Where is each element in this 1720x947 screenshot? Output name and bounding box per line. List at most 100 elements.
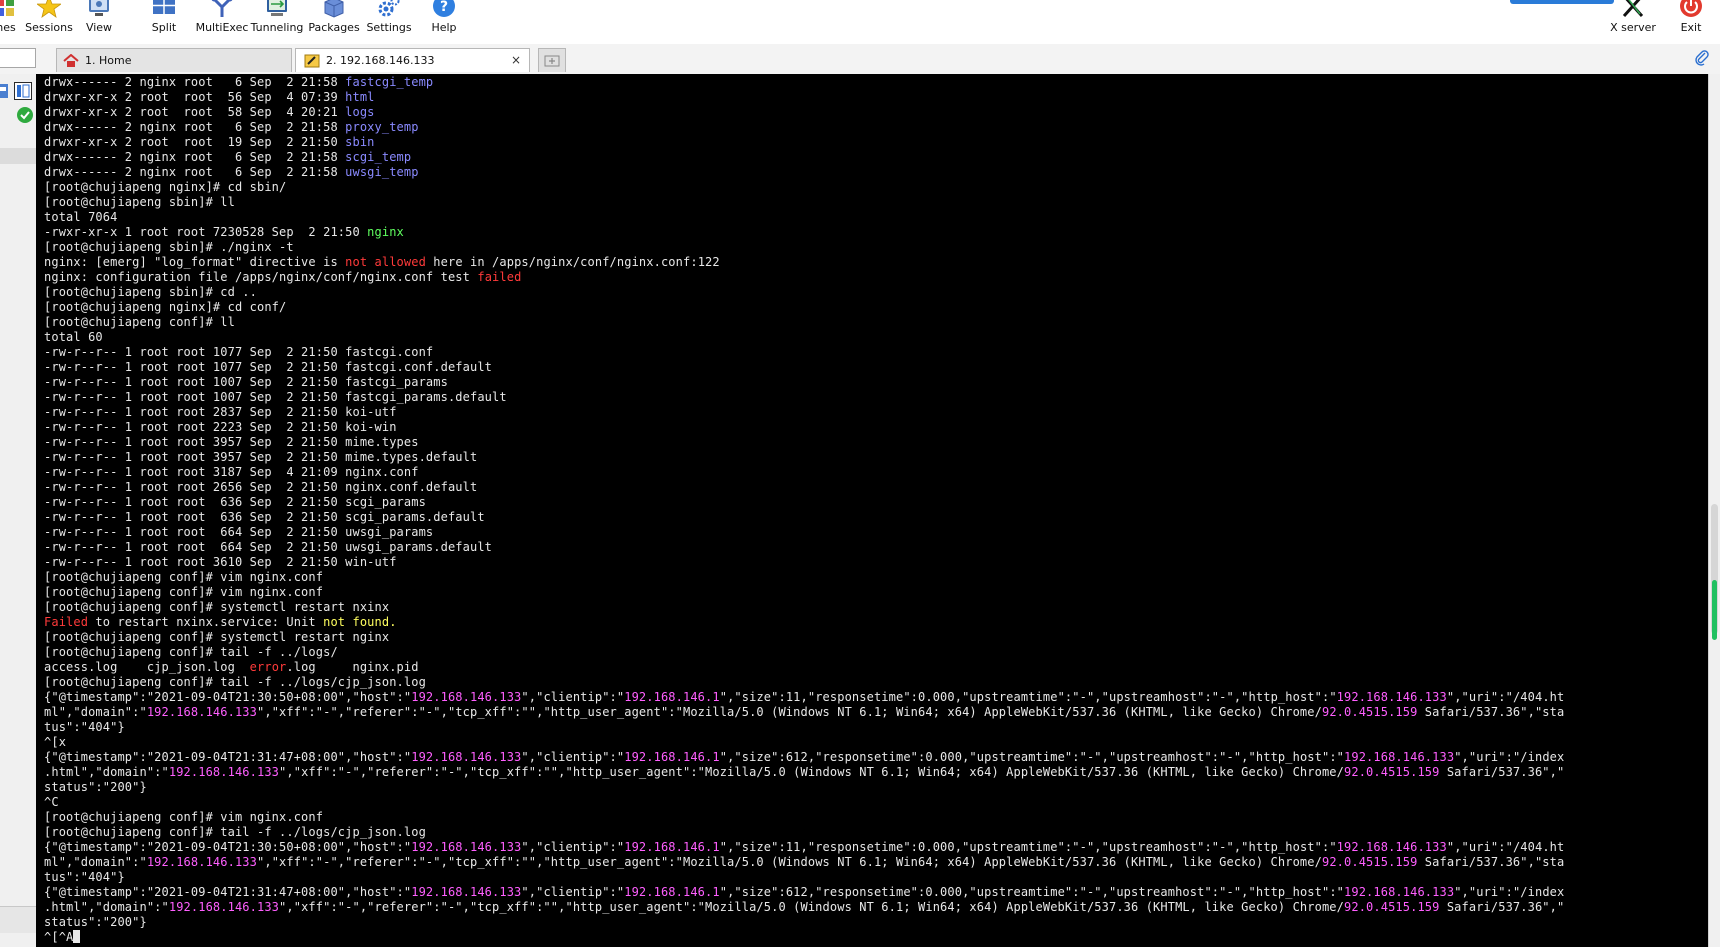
power-icon <box>1680 0 1702 17</box>
terminal-line: -rw-r--r-- 1 root root 3610 Sep 2 21:50 … <box>44 555 1564 570</box>
terminal-text: .html","domain":" <box>44 900 169 914</box>
terminal-line: [root@chujiapeng conf]# tail -f ../logs/ <box>44 645 1564 660</box>
terminal-view[interactable]: drwx------ 2 nginx root 6 Sep 2 21:58 fa… <box>36 74 1708 947</box>
terminal-text: logs <box>345 105 375 119</box>
terminal-line: [root@chujiapeng conf]# tail -f ../logs/… <box>44 825 1564 840</box>
sidebar-bottom-panel[interactable] <box>0 906 36 933</box>
terminal-text: ","clientip":" <box>521 690 625 704</box>
terminal-text: drwxr-xr-x 2 root root 56 Sep 4 07:39 <box>44 90 346 104</box>
terminal-line: -rw-r--r-- 1 root root 664 Sep 2 21:50 u… <box>44 525 1564 540</box>
toolbar-tunneling-button[interactable]: Tunneling <box>251 0 303 44</box>
terminal-text: -rw-r--r-- 1 root root 2837 Sep 2 21:50 … <box>44 405 397 419</box>
terminal-text: -rw-r--r-- 1 root root 2223 Sep 2 21:50 … <box>44 420 397 434</box>
terminal-text: drwx------ 2 nginx root 6 Sep 2 21:58 <box>44 75 346 89</box>
terminal-text: [root@chujiapeng conf]# systemctl restar… <box>44 630 390 644</box>
terminal-line: ml","domain":"192.168.146.133","xff":"-"… <box>44 705 1564 720</box>
terminal-text: nginx: configuration file /apps/nginx/co… <box>44 270 478 284</box>
terminal-text: [root@chujiapeng conf]# ll <box>44 315 235 329</box>
terminal-text: status":"200"} <box>44 915 147 929</box>
terminal-text: 92.0.4515.159 <box>1344 765 1440 779</box>
terminal-text: [root@chujiapeng conf]# systemctl restar… <box>44 600 390 614</box>
terminal-text: Safari/537.36"," <box>1439 900 1565 914</box>
terminal-text: [root@chujiapeng conf]# vim nginx.conf <box>44 570 324 584</box>
terminal-text: ","uri":"/index <box>1454 885 1565 899</box>
terminal-pen-icon <box>304 54 320 67</box>
terminal-text: access.log cjp_json.log <box>44 660 250 674</box>
terminal-line: drwx------ 2 nginx root 6 Sep 2 21:58 uw… <box>44 165 1564 180</box>
terminal-text: [root@chujiapeng conf]# tail -f ../logs/… <box>44 825 426 839</box>
terminal-text: .html","domain":" <box>44 765 169 779</box>
toolbar-xserver-button[interactable]: X server <box>1608 0 1658 44</box>
paperclip-icon[interactable] <box>1694 50 1710 66</box>
scrollbar-position-marker <box>1712 580 1717 640</box>
quick-connect-input[interactable] <box>0 48 36 68</box>
terminal-line: -rwxr-xr-x 1 root root 7230528 Sep 2 21:… <box>44 225 1564 240</box>
terminal-text: -rw-r--r-- 1 root root 1007 Sep 2 21:50 … <box>44 390 507 404</box>
tab-session[interactable]: 2. 192.168.146.133 × <box>295 48 530 72</box>
tab-home[interactable]: 1. Home <box>56 48 292 72</box>
terminal-line: [root@chujiapeng conf]# ll <box>44 315 1564 330</box>
terminal-line: total 7064 <box>44 210 1564 225</box>
terminal-text: drwxr-xr-x 2 root root 19 Sep 2 21:50 <box>44 135 346 149</box>
tunneling-icon <box>267 0 287 16</box>
terminal-text: 192.168.146.133 <box>1336 840 1447 854</box>
terminal-text: ","xff":"-","referer":"-","tcp_xff":"","… <box>279 765 1344 779</box>
terminal-text: proxy_temp <box>345 120 419 134</box>
terminal-text: ","uri":"/404.ht <box>1446 840 1565 854</box>
terminal-text: fastcgi_temp <box>345 75 434 89</box>
terminal-text: 192.168.146.1 <box>624 885 720 899</box>
terminal-text: {"@timestamp":"2021-09-04T21:30:50+08:00… <box>44 690 412 704</box>
toolbar-split-label: Split <box>151 21 177 34</box>
terminal-text: {"@timestamp":"2021-09-04T21:30:50+08:00… <box>44 840 412 854</box>
terminal-line: -rw-r--r-- 1 root root 2656 Sep 2 21:50 … <box>44 480 1564 495</box>
terminal-text: ","uri":"/index <box>1454 750 1565 764</box>
terminal-text: ","uri":"/404.ht <box>1446 690 1565 704</box>
terminal-line: {"@timestamp":"2021-09-04T21:30:50+08:00… <box>44 840 1564 855</box>
terminal-scrollbar[interactable] <box>1708 74 1720 947</box>
terminal-text: 192.168.146.1 <box>624 840 720 854</box>
terminal-text: [root@chujiapeng nginx]# cd conf/ <box>44 300 287 314</box>
terminal-text: not allowed <box>345 255 426 269</box>
terminal-text: drwx------ 2 nginx root 6 Sep 2 21:58 <box>44 165 346 179</box>
terminal-text: ^C <box>44 795 59 809</box>
close-icon[interactable]: × <box>511 53 521 67</box>
terminal-line: drwxr-xr-x 2 root root 56 Sep 4 07:39 ht… <box>44 90 1564 105</box>
toolbar-exit-button[interactable]: Exit <box>1674 0 1708 44</box>
toolbar-multiexec-label: MultiExec <box>195 21 249 34</box>
terminal-text: 192.168.146.133 <box>411 690 522 704</box>
terminal-line: -rw-r--r-- 1 root root 1007 Sep 2 21:50 … <box>44 375 1564 390</box>
toolbar-multiexec-button[interactable]: MultiExec <box>196 0 248 44</box>
toolbar-settings-button[interactable]: Settings <box>365 0 413 44</box>
terminal-text: html <box>345 90 375 104</box>
terminal-text: ","size":11,"responsetime":0.000,"upstre… <box>719 690 1337 704</box>
terminal-cursor <box>73 930 81 943</box>
terminal-text: 192.168.146.133 <box>411 840 522 854</box>
toolbar-help-button[interactable]: ? Help <box>425 0 463 44</box>
terminal-text: -rw-r--r-- 1 root root 1077 Sep 2 21:50 … <box>44 360 493 374</box>
terminal-line: Failed to restart nxinx.service: Unit no… <box>44 615 1564 630</box>
sessions-panel-icon[interactable] <box>0 83 10 99</box>
terminal-text: ","size":11,"responsetime":0.000,"upstre… <box>719 840 1337 854</box>
toolbar-split-button[interactable]: Split <box>144 0 184 44</box>
new-tab-button[interactable] <box>538 48 566 72</box>
plus-icon <box>544 55 560 66</box>
terminal-text: {"@timestamp":"2021-09-04T21:31:47+08:00… <box>44 750 412 764</box>
toolbar-sessions-button[interactable]: Sessions <box>25 0 73 44</box>
terminal-text: sbin <box>345 135 375 149</box>
view-icon <box>89 0 109 16</box>
toolbar-packages-button[interactable]: Packages <box>308 0 360 44</box>
toolbar-settings-label: Settings <box>366 21 412 34</box>
terminal-text: drwx------ 2 nginx root 6 Sep 2 21:58 <box>44 150 346 164</box>
help-icon: ? <box>433 0 455 17</box>
terminal-line: [root@chujiapeng nginx]# cd conf/ <box>44 300 1564 315</box>
terminal-text: [root@chujiapeng conf]# tail -f ../logs/… <box>44 675 426 689</box>
toolbar-view-button[interactable]: View <box>80 0 118 44</box>
sidebar-selected-item[interactable] <box>0 148 36 164</box>
toolbar-games-button[interactable]: nes <box>0 0 26 44</box>
sidebar-panel-toggle-icon[interactable] <box>14 82 32 100</box>
terminal-line: nginx: [emerg] "log_format" directive is… <box>44 255 1564 270</box>
terminal-text: -rw-r--r-- 1 root root 2656 Sep 2 21:50 … <box>44 480 478 494</box>
terminal-line: -rw-r--r-- 1 root root 636 Sep 2 21:50 s… <box>44 510 1564 525</box>
terminal-line: -rw-r--r-- 1 root root 1077 Sep 2 21:50 … <box>44 345 1564 360</box>
terminal-text: ml","domain":" <box>44 705 147 719</box>
